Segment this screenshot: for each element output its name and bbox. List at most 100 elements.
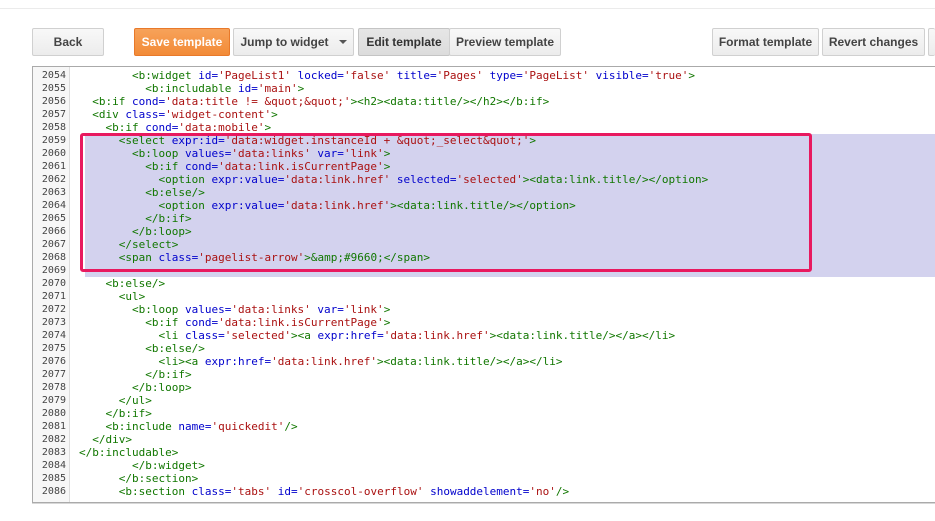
code-text: </ul>: [79, 394, 152, 407]
save-template-button[interactable]: Save template: [134, 28, 230, 56]
code-token: ><data:link.title/></a></li>: [489, 329, 676, 342]
code-token: <span: [118, 251, 159, 264]
code-line[interactable]: 2075 <b:else/>: [33, 342, 935, 355]
code-line[interactable]: 2082 </div>: [33, 433, 935, 446]
line-number: 2060: [41, 148, 66, 159]
code-token: cond=: [184, 160, 219, 173]
code-token: 'data:mobile': [178, 121, 265, 134]
code-line[interactable]: 2072 <b:loop values='data:links' var='li…: [33, 303, 935, 316]
line-number: 2062: [41, 174, 66, 185]
code-text: <span class='pagelist-arrow'>&amp;#9660;…: [79, 251, 430, 264]
code-token: </b:section>: [118, 472, 199, 485]
line-number: 2079: [41, 395, 66, 406]
line-number: 2055: [41, 83, 66, 94]
code-line[interactable]: 2081 <b:include name='quickedit'/>: [33, 420, 935, 433]
code-line[interactable]: 2067 </select>: [33, 238, 935, 251]
code-token: </div>: [92, 433, 132, 446]
code-text: <div class='widget-content'>: [79, 108, 277, 121]
code-line[interactable]: 2060 <b:loop values='data:links' var='li…: [33, 147, 935, 160]
code-token: <b:section: [118, 485, 192, 498]
code-token: 'link': [343, 147, 384, 160]
code-text: <b:if cond='data:mobile'>: [79, 121, 272, 134]
code-token: id=: [271, 485, 298, 498]
code-token: 'quickedit': [211, 420, 285, 433]
code-line[interactable]: 2056 <b:if cond='data:title != &quot;&qu…: [33, 95, 935, 108]
code-line[interactable]: 2076 <li><a expr:href='data:link.href'><…: [33, 355, 935, 368]
edit-template-button[interactable]: Edit template: [358, 28, 450, 56]
code-line[interactable]: 2084 </b:widget>: [33, 459, 935, 472]
code-line[interactable]: 2074 <li class='selected'><a expr:href='…: [33, 329, 935, 342]
code-line[interactable]: 2083 </b:includable>: [33, 446, 935, 459]
code-text: </b:widget>: [79, 459, 205, 472]
code-line[interactable]: 2080 </b:if>: [33, 407, 935, 420]
code-token: 'data:link.isCurrentPage': [218, 316, 384, 329]
line-number: 2069: [41, 265, 66, 276]
code-line[interactable]: 2077 </b:if>: [33, 368, 935, 381]
code-token: >: [383, 147, 391, 160]
code-line[interactable]: 2070 <b:else/>: [33, 277, 935, 290]
code-token: 'data:link.href': [284, 199, 391, 212]
line-number: 2061: [41, 161, 66, 172]
overflow-button[interactable]: [928, 28, 935, 56]
code-token: <b:includable: [145, 82, 238, 95]
code-line[interactable]: 2085 </b:section>: [33, 472, 935, 485]
line-number: 2059: [41, 135, 66, 146]
code-token: 'data:widget.instanceId + &quot;_select&…: [224, 134, 530, 147]
line-number: 2065: [41, 213, 66, 224]
jump-button-label: Jump to widget: [240, 35, 329, 49]
format-template-button[interactable]: Format template: [712, 28, 819, 56]
code-text: <ul>: [79, 290, 146, 303]
code-line[interactable]: 2061 <b:if cond='data:link.isCurrentPage…: [33, 160, 935, 173]
code-token: </b:widget>: [131, 459, 205, 472]
code-token: </b:if>: [145, 212, 192, 225]
preview-template-button[interactable]: Preview template: [449, 28, 561, 56]
code-line[interactable]: 2057 <div class='widget-content'>: [33, 108, 935, 121]
line-number: 2058: [41, 122, 66, 133]
code-token: selected=: [390, 173, 457, 186]
line-number: 2084: [41, 460, 66, 471]
revert-changes-button[interactable]: Revert changes: [822, 28, 925, 56]
save-button-label: Save template: [141, 35, 223, 49]
code-line[interactable]: 2079 </ul>: [33, 394, 935, 407]
code-line[interactable]: 2055 <b:includable id='main'>: [33, 82, 935, 95]
code-line[interactable]: 2069: [33, 264, 935, 277]
code-token: <li><a: [158, 355, 205, 368]
code-text: </select>: [79, 238, 179, 251]
code-token: expr:id=: [171, 134, 225, 147]
line-number: 2082: [41, 434, 66, 445]
code-line[interactable]: 2059 <select expr:id='data:widget.instan…: [33, 134, 935, 147]
code-text: </b:section>: [79, 472, 198, 485]
code-line[interactable]: 2078 </b:loop>: [33, 381, 935, 394]
code-token: <li: [158, 329, 185, 342]
code-token: <b:include: [105, 420, 179, 433]
code-line[interactable]: 2066 </b:loop>: [33, 225, 935, 238]
code-line[interactable]: 2058 <b:if cond='data:mobile'>: [33, 121, 935, 134]
code-text: </b:includable>: [79, 446, 178, 459]
line-number: 2068: [41, 252, 66, 263]
code-line[interactable]: 2071 <ul>: [33, 290, 935, 303]
code-line[interactable]: 2065 </b:if>: [33, 212, 935, 225]
code-token: var=: [310, 303, 344, 316]
code-token: 'data:title != &quot;&quot;': [165, 95, 351, 108]
code-line[interactable]: 2063 <b:else/>: [33, 186, 935, 199]
code-token: expr:value=: [211, 173, 285, 186]
code-line[interactable]: 2062 <option expr:value='data:link.href'…: [33, 173, 935, 186]
back-button[interactable]: Back: [32, 28, 104, 56]
code-line[interactable]: 2086 <b:section class='tabs' id='crossco…: [33, 485, 935, 498]
code-line[interactable]: 2073 <b:if cond='data:link.isCurrentPage…: [33, 316, 935, 329]
line-number: 2078: [41, 382, 66, 393]
code-editor[interactable]: 2054 <b:widget id='PageList1' locked='fa…: [32, 66, 935, 503]
code-line[interactable]: 2054 <b:widget id='PageList1' locked='fa…: [33, 69, 935, 82]
jump-to-widget-dropdown[interactable]: Jump to widget: [233, 28, 354, 56]
code-text: </b:if>: [79, 368, 191, 381]
code-line[interactable]: 2068 <span class='pagelist-arrow'>&amp;#…: [33, 251, 935, 264]
code-line[interactable]: 2064 <option expr:value='data:link.href'…: [33, 199, 935, 212]
